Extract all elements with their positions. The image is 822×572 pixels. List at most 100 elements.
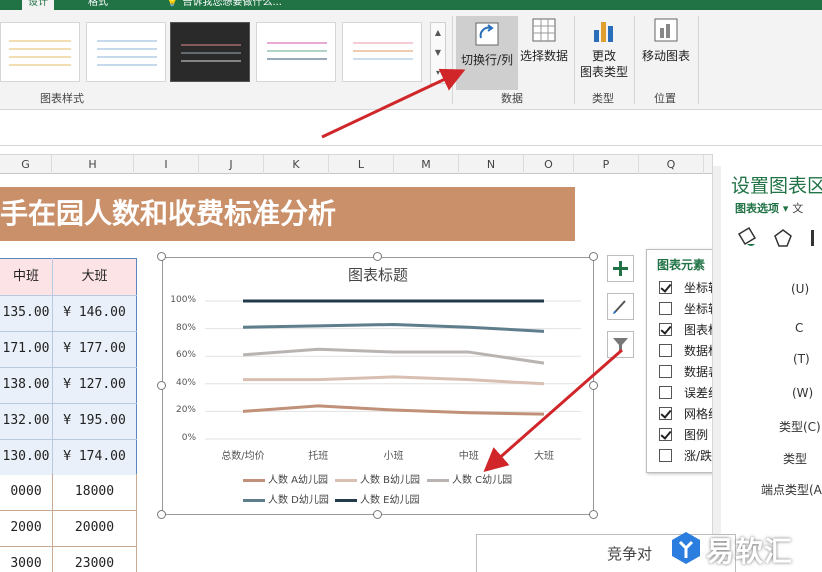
chart-element-option[interactable]: 网格线 [659,404,720,422]
legend-item[interactable]: 人数 A幼儿园 [243,471,328,486]
column-header-l[interactable]: L [329,155,394,175]
resize-handle[interactable] [373,510,382,519]
chart-style-5[interactable] [342,22,422,82]
series-line[interactable] [242,322,545,333]
group-label-type: 类型 [592,92,614,105]
chevron-up-icon[interactable]: ▲ [431,23,445,43]
table-cell[interactable]: ¥ 127.00 [53,367,136,403]
switch-row-column-button[interactable]: 切换行/列 [456,16,518,90]
tab-design[interactable]: 设计 [22,0,54,10]
resize-handle[interactable] [589,252,598,261]
column-header-m[interactable]: M [394,155,459,175]
pane-option-fragment[interactable]: (W) [792,386,813,400]
table-cell[interactable]: 3000 [0,546,52,572]
legend-item[interactable]: 人数 E幼儿园 [335,491,420,506]
pane-option-fragment[interactable]: 类型(C) [779,418,821,435]
pane-option-fragment[interactable]: C [795,321,803,335]
chevron-down-icon[interactable]: ▾ [783,202,792,215]
checkbox[interactable] [659,280,672,294]
table-header-senior[interactable]: 大班 [53,259,136,295]
chart-elements-button[interactable] [607,255,634,282]
legend-label: 人数 D幼儿园 [268,495,329,506]
series-line[interactable] [242,404,545,416]
column-header-h[interactable]: H [52,155,134,175]
table-cell[interactable]: 23000 [53,546,136,572]
resize-handle[interactable] [157,252,166,261]
table-cell[interactable]: 18000 [53,474,136,510]
table-cell[interactable]: 2000 [0,510,52,546]
change-chart-type-label-2: 图表类型 [579,65,628,79]
checkbox[interactable] [659,448,672,462]
checkbox[interactable] [659,343,672,357]
resize-handle[interactable] [589,381,598,390]
formula-bar[interactable] [0,110,822,146]
chart-style-4[interactable] [256,22,336,82]
legend-item[interactable]: 人数 C幼儿园 [427,471,512,486]
table-cell[interactable]: 130.00 [0,439,52,475]
legend-item[interactable]: 人数 D幼儿园 [243,491,329,506]
select-data-button[interactable]: 选择数据 [518,16,570,64]
resize-handle[interactable] [373,252,382,261]
chart-element-option[interactable]: 坐标轴 [659,278,720,296]
chart-element-option[interactable]: 图例 [659,425,708,443]
sheet-title-banner[interactable]: 手在园人数和收费标准分析 [0,187,575,241]
pane-tab-chart-options[interactable]: 图表选项 [735,202,779,215]
column-header-i[interactable]: I [134,155,199,175]
table-cell[interactable]: 132.00 [0,403,52,439]
chart-style-4-preview [267,42,327,60]
chart-style-1[interactable] [0,22,80,82]
table-cell[interactable]: 135.00 [0,295,52,331]
table-cell[interactable]: ¥ 195.00 [53,403,136,439]
pane-tab-text-options[interactable]: 文 [792,202,803,215]
pane-option-fragment[interactable]: 端点类型(A) [761,481,822,498]
pane-scrollbar[interactable] [713,166,721,566]
checkbox[interactable] [659,364,672,378]
table-cell[interactable]: ¥ 146.00 [53,295,136,331]
chart-filters-button[interactable] [607,331,634,358]
cell-border [0,367,137,368]
move-chart-button[interactable]: 移动图表 [640,16,692,64]
table-cell[interactable]: 171.00 [0,331,52,367]
resize-handle[interactable] [157,510,166,519]
divider [698,16,699,104]
checkbox[interactable] [659,301,672,315]
checkbox[interactable] [659,385,672,399]
column-header-g[interactable]: G [0,155,52,175]
chart-element-option[interactable]: 误差线 [659,383,720,401]
checkbox[interactable] [659,427,672,441]
pane-option-fragment[interactable]: (U) [791,282,809,296]
tell-me-search[interactable]: 💡 告诉我您想要做什么... [160,0,288,10]
column-header-p[interactable]: P [574,155,639,175]
change-chart-type-button[interactable]: 更改 图表类型 [578,16,630,80]
pane-option-fragment[interactable]: (T) [793,352,810,366]
resize-handle[interactable] [589,510,598,519]
paintbrush-icon [613,300,626,314]
resize-handle[interactable] [157,381,166,390]
table-cell[interactable]: 20000 [53,510,136,546]
series-line[interactable] [243,375,545,386]
table-header-middle[interactable]: 中班 [0,259,52,295]
chart-style-3[interactable] [170,22,250,82]
gallery-more-icon[interactable]: ▾ [431,63,445,83]
chart-styles-button[interactable] [607,293,634,320]
gallery-scroll[interactable]: ▲ ▼ ▾ [430,22,446,84]
column-header-n[interactable]: N [459,155,524,175]
chart-style-2[interactable] [86,22,166,82]
tab-format[interactable]: 格式 [82,0,114,10]
table-cell[interactable]: ¥ 177.00 [53,331,136,367]
table-cell[interactable]: 138.00 [0,367,52,403]
checkbox[interactable] [659,406,672,420]
column-header-k[interactable]: K [264,155,329,175]
column-header-o[interactable]: O [524,155,574,175]
checkbox[interactable] [659,322,672,336]
chevron-down-icon[interactable]: ▼ [431,43,445,63]
table-cell[interactable]: ¥ 174.00 [53,439,136,475]
column-header-j[interactable]: J [199,155,264,175]
line-chart[interactable]: 图表标题 人数 A幼儿园 人数 B幼儿园 人数 C幼儿园 人数 D幼儿园 人数 E幼儿园… [162,257,594,515]
legend-item[interactable]: 人数 B幼儿园 [335,471,420,486]
pane-option-fragment[interactable]: 类型 [783,450,807,467]
column-header-q[interactable]: Q [639,155,704,175]
ribbon: ▲ ▼ ▾ 图表样式 切换行/列 选择数据 数据 更改 图表类型 类型 移动图表… [0,10,822,110]
chart-element-option[interactable]: 数据表 [659,362,720,380]
table-cell[interactable]: 0000 [0,474,52,510]
